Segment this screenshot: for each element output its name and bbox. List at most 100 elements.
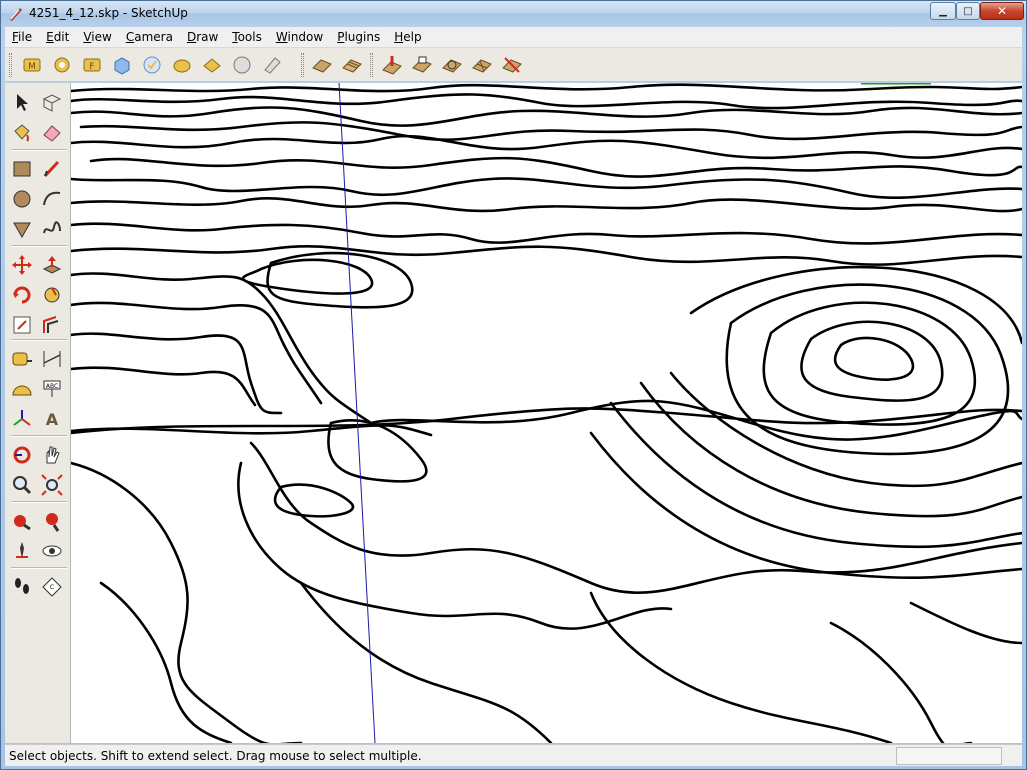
zoom-tool[interactable] — [8, 471, 36, 499]
contour-line — [237, 461, 673, 630]
contour-line — [71, 272, 373, 425]
menu-help-label: elp — [403, 30, 422, 44]
minimize-button[interactable]: ▁ — [930, 2, 956, 20]
look-around-tool[interactable] — [38, 537, 66, 565]
follow-me-tool[interactable] — [38, 281, 66, 309]
toggle-terrain-icon: F — [83, 58, 101, 72]
add-detail-button[interactable] — [469, 52, 495, 78]
get-current-view-icon — [54, 57, 70, 73]
zoom-extents-tool[interactable] — [38, 507, 66, 535]
arc-icon — [43, 191, 61, 206]
value-control-box[interactable] — [896, 747, 1002, 765]
menu-file[interactable]: File — [5, 30, 39, 44]
menu-draw-label: raw — [196, 30, 219, 44]
close-button[interactable]: ✕ — [980, 2, 1024, 20]
contour-line — [71, 245, 1022, 266]
sphere-button[interactable] — [229, 52, 255, 78]
scale-tool[interactable] — [8, 311, 36, 339]
window-title: 4251_4_12.skp - SketchUp — [29, 6, 188, 20]
paint-bucket-icon — [14, 124, 30, 142]
push-pull-tool[interactable] — [38, 251, 66, 279]
offset-tool[interactable] — [38, 311, 66, 339]
sandbox-from-scratch-button[interactable] — [339, 52, 365, 78]
menu-draw[interactable]: Draw — [180, 30, 225, 44]
rotate-tool[interactable] — [8, 281, 36, 309]
menu-help[interactable]: Help — [387, 30, 428, 44]
previous-view-tool[interactable] — [8, 507, 36, 535]
drape-button[interactable] — [439, 52, 465, 78]
contour-line — [71, 461, 303, 743]
line-tool[interactable] — [38, 155, 66, 183]
toolbar-grip[interactable] — [9, 53, 12, 77]
place-model-button[interactable] — [109, 52, 135, 78]
dimension-tool[interactable] — [38, 345, 66, 373]
get-models-button[interactable] — [139, 52, 165, 78]
paint-bucket-tool[interactable] — [8, 119, 36, 147]
contour-line — [241, 258, 374, 295]
google-earth-model-button[interactable]: M — [19, 52, 45, 78]
position-camera-tool[interactable] — [8, 537, 36, 565]
axes-tool[interactable] — [8, 405, 36, 433]
get-current-view-button[interactable] — [49, 52, 75, 78]
move-tool[interactable] — [8, 251, 36, 279]
contour-line — [833, 336, 915, 381]
3d-text-tool[interactable]: A — [38, 405, 66, 433]
arc-tool[interactable] — [38, 185, 66, 213]
menu-plugins-label: lugins — [344, 30, 381, 44]
text-tool[interactable]: ABC — [38, 375, 66, 403]
menu-camera[interactable]: Camera — [119, 30, 180, 44]
rectangle-tool[interactable] — [8, 155, 36, 183]
smoove-button[interactable] — [379, 52, 405, 78]
freehand-tool[interactable] — [38, 215, 66, 243]
menu-plugins[interactable]: Plugins — [330, 30, 387, 44]
add-detail-icon — [472, 59, 492, 73]
walk-tool[interactable] — [8, 573, 36, 601]
eraser-smooth-button[interactable] — [259, 52, 285, 78]
contour-line — [689, 265, 1022, 345]
orbit-icon — [13, 446, 31, 464]
make-component-tool[interactable] — [38, 89, 66, 117]
stamp-button[interactable] — [409, 52, 435, 78]
polygon-tool[interactable] — [8, 215, 36, 243]
zoom-window-tool[interactable] — [38, 471, 66, 499]
menu-draw-accel: D — [186, 30, 197, 44]
menu-window[interactable]: Window — [269, 30, 330, 44]
select-tool[interactable] — [8, 89, 36, 117]
menu-view-label: iew — [91, 30, 112, 44]
freehand-icon — [43, 221, 61, 234]
pan-tool[interactable] — [38, 441, 66, 469]
offset-icon — [43, 316, 59, 333]
tape-measure-tool[interactable] — [8, 345, 36, 373]
contour-line — [909, 601, 1022, 645]
flip-edge-button[interactable] — [499, 52, 525, 78]
menu-window-accel: W — [275, 30, 288, 44]
toggle-terrain-button[interactable]: F — [79, 52, 105, 78]
model-viewport[interactable] — [71, 83, 1022, 743]
sandbox-from-contours-button[interactable] — [309, 52, 335, 78]
maximize-button[interactable]: □ — [956, 2, 980, 20]
title-bar[interactable]: 4251_4_12.skp - SketchUp ▁ □ ✕ — [1, 1, 1026, 27]
zoom-icon — [13, 476, 32, 495]
left-tool-palette: ABC A C — [5, 83, 71, 743]
toolbar-grip[interactable] — [301, 53, 304, 77]
orbit-tool[interactable] — [8, 441, 36, 469]
section-plane-tool[interactable]: C — [38, 573, 66, 601]
contour-line — [299, 581, 553, 743]
menu-help-accel: H — [394, 30, 404, 44]
contour-line — [79, 121, 1022, 141]
tool-separator — [11, 245, 67, 247]
share-model-button[interactable] — [169, 52, 195, 78]
protractor-tool[interactable] — [8, 375, 36, 403]
circle-tool[interactable] — [8, 185, 36, 213]
menu-edit[interactable]: Edit — [39, 30, 76, 44]
text-icon: ABC — [43, 380, 61, 397]
share-component-button[interactable] — [199, 52, 225, 78]
maximize-icon: □ — [963, 5, 973, 17]
scale-icon — [13, 316, 31, 334]
menu-tools[interactable]: Tools — [225, 30, 269, 44]
eraser-tool[interactable] — [38, 119, 66, 147]
toolbar-grip[interactable] — [370, 53, 373, 77]
menu-view[interactable]: View — [76, 30, 118, 44]
sphere-icon — [233, 56, 251, 74]
contour-line — [99, 581, 233, 743]
